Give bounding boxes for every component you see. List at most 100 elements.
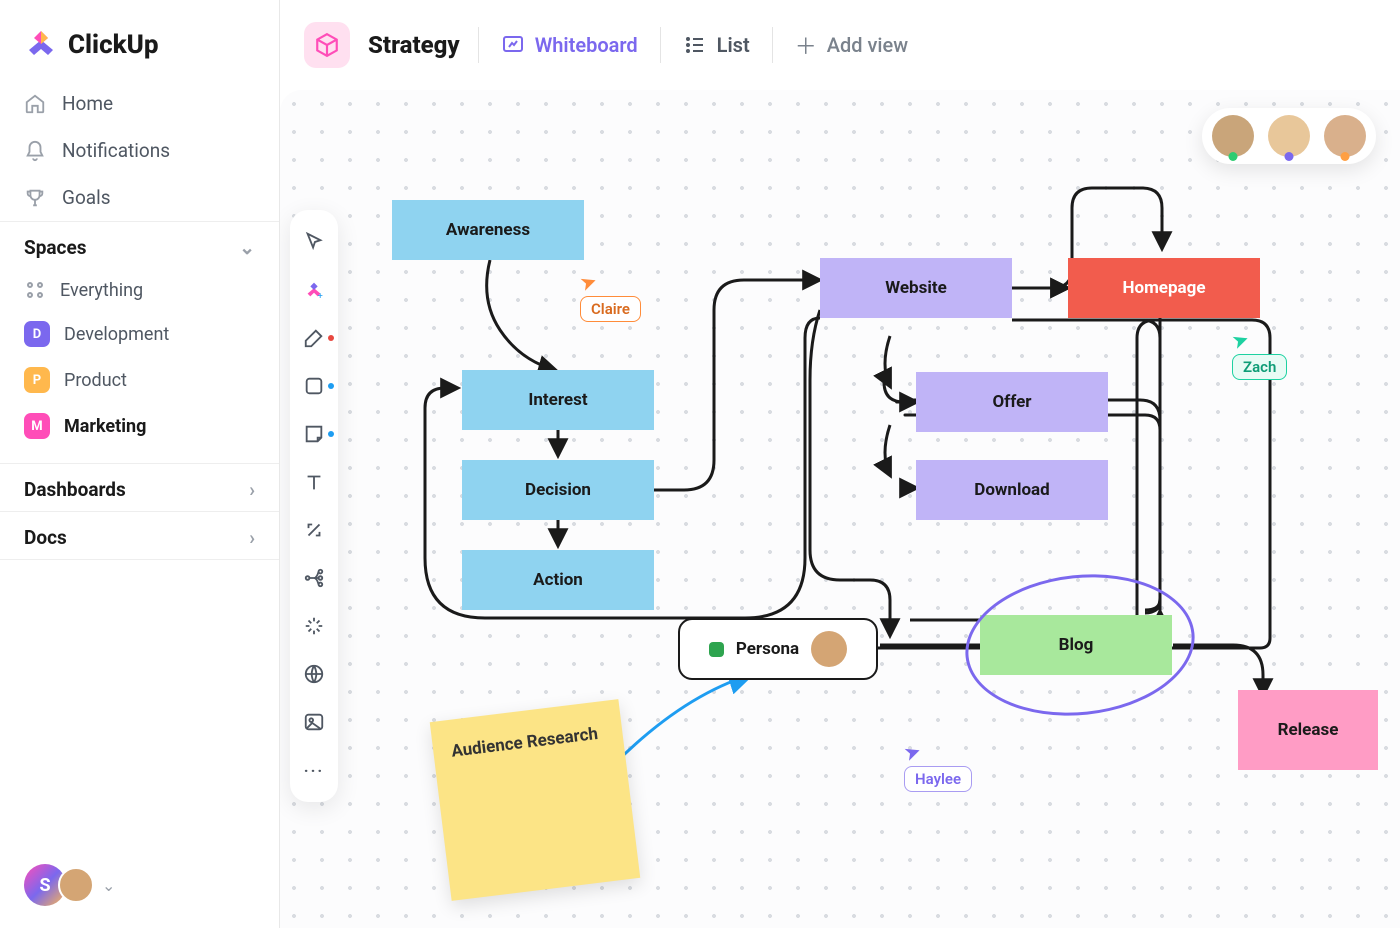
home-icon	[24, 93, 46, 115]
connector-icon	[303, 519, 325, 541]
cursor-label: Claire	[580, 296, 641, 322]
sticky-note[interactable]: Audience Research	[430, 699, 641, 901]
avatar[interactable]: .cava:nth-child(3)::after{background:#ff…	[1324, 115, 1366, 157]
nav-label: Home	[62, 92, 113, 115]
cursor-zach: ➤ Zach	[1232, 328, 1287, 380]
view-whiteboard[interactable]: Whiteboard	[497, 27, 642, 63]
nav-home[interactable]: Home	[0, 80, 279, 127]
nav-notifications[interactable]: Notifications	[0, 127, 279, 174]
page-title: Strategy	[368, 31, 460, 59]
collaborators[interactable]: .cava:nth-child(1)::after{background:#2e…	[1202, 108, 1376, 164]
divider	[772, 27, 773, 63]
avatar[interactable]: .cava:nth-child(2)::after{background:#7b…	[1268, 115, 1310, 157]
view-list[interactable]: List	[679, 27, 754, 63]
cursor-label: Haylee	[904, 766, 972, 792]
mindmap-tool[interactable]	[290, 558, 338, 598]
sticky-text: Audience Research	[450, 724, 599, 762]
clickup-logo-icon	[24, 28, 58, 62]
sparkle-icon	[303, 615, 325, 637]
whiteboard-canvas[interactable]: Awareness Interest Decision Action Websi…	[280, 90, 1400, 928]
dashboards-header[interactable]: Dashboards ›	[0, 463, 279, 511]
space-label: Everything	[60, 280, 143, 301]
whiteboard-toolbar: + ···	[290, 210, 338, 802]
docs-header[interactable]: Docs ›	[0, 511, 279, 559]
bell-icon	[24, 140, 46, 162]
space-badge: M	[24, 413, 50, 439]
cursor-haylee: ➤ Haylee	[904, 740, 972, 792]
node-label: Persona	[736, 639, 799, 659]
cursor-icon: ➤	[900, 738, 924, 766]
text-tool[interactable]	[290, 462, 338, 502]
everything-icon	[24, 279, 46, 301]
space-badge: P	[24, 367, 50, 393]
cursor-icon	[303, 231, 325, 253]
node-homepage[interactable]: Homepage	[1068, 258, 1260, 318]
svg-text:+: +	[318, 292, 323, 301]
square-icon	[303, 375, 325, 397]
node-download[interactable]: Download	[916, 460, 1108, 520]
node-decision[interactable]: Decision	[462, 460, 654, 520]
profile-menu[interactable]: S ⌄	[24, 864, 115, 906]
cursor-claire: ➤ Claire	[580, 270, 641, 322]
brand-name: ClickUp	[68, 30, 159, 60]
clickup-icon: +	[303, 279, 325, 301]
image-tool[interactable]	[290, 702, 338, 742]
section-title: Dashboards	[24, 478, 126, 501]
avatar[interactable]: .cava:nth-child(1)::after{background:#2e…	[1212, 115, 1254, 157]
connector-tool[interactable]	[290, 510, 338, 550]
cube-icon	[314, 32, 340, 58]
chevron-down-icon: ⌄	[102, 876, 115, 895]
node-action[interactable]: Action	[462, 550, 654, 610]
node-interest[interactable]: Interest	[462, 370, 654, 430]
clickup-tool[interactable]: +	[290, 270, 338, 310]
avatar	[58, 867, 94, 903]
whiteboard-icon	[501, 33, 525, 57]
sticky-tool[interactable]	[290, 414, 338, 454]
sidebar-item-marketing[interactable]: M Marketing	[0, 403, 279, 449]
nav-goals[interactable]: Goals	[0, 174, 279, 221]
avatar	[811, 631, 847, 667]
spaces-header[interactable]: Spaces ⌄	[0, 221, 279, 269]
space-badge: D	[24, 321, 50, 347]
node-persona[interactable]: Persona	[678, 618, 878, 680]
sticky-icon	[303, 423, 325, 445]
sidebar-item-development[interactable]: D Development	[0, 311, 279, 357]
ai-tool[interactable]	[290, 606, 338, 646]
cursor-label: Zach	[1232, 354, 1287, 380]
chevron-down-icon: ⌄	[239, 236, 255, 259]
view-label: Whiteboard	[535, 33, 638, 57]
node-offer[interactable]: Offer	[916, 372, 1108, 432]
status-badge	[709, 642, 724, 657]
node-awareness[interactable]: Awareness	[392, 200, 584, 260]
node-blog[interactable]: Blog	[980, 615, 1172, 675]
node-website[interactable]: Website	[820, 258, 1012, 318]
space-icon[interactable]	[304, 22, 350, 68]
pen-tool[interactable]	[290, 318, 338, 358]
nav-label: Notifications	[62, 139, 170, 162]
text-icon	[303, 471, 325, 493]
web-tool[interactable]	[290, 654, 338, 694]
section-title: Docs	[24, 526, 67, 549]
cursor-icon: ➤	[576, 268, 600, 296]
divider	[478, 27, 479, 63]
cursor-icon: ➤	[1228, 326, 1252, 354]
divider	[660, 27, 661, 63]
add-view-button[interactable]: ＋ Add view	[791, 23, 912, 67]
shape-tool[interactable]	[290, 366, 338, 406]
space-label: Product	[64, 370, 127, 391]
chevron-right-icon: ›	[249, 478, 255, 501]
more-tools[interactable]: ···	[290, 750, 338, 790]
branch-icon	[303, 567, 325, 589]
select-tool[interactable]	[290, 222, 338, 262]
more-icon: ···	[304, 761, 324, 780]
node-release[interactable]: Release	[1238, 690, 1378, 770]
sidebar-item-product[interactable]: P Product	[0, 357, 279, 403]
space-label: Development	[64, 324, 169, 345]
logo[interactable]: ClickUp	[0, 0, 279, 80]
space-label: Marketing	[64, 416, 146, 437]
view-label: List	[717, 33, 750, 57]
sidebar: ClickUp Home Notifications Goals Spaces …	[0, 0, 280, 928]
globe-icon	[303, 663, 325, 685]
sidebar-item-everything[interactable]: Everything	[0, 269, 279, 311]
trophy-icon	[24, 187, 46, 209]
